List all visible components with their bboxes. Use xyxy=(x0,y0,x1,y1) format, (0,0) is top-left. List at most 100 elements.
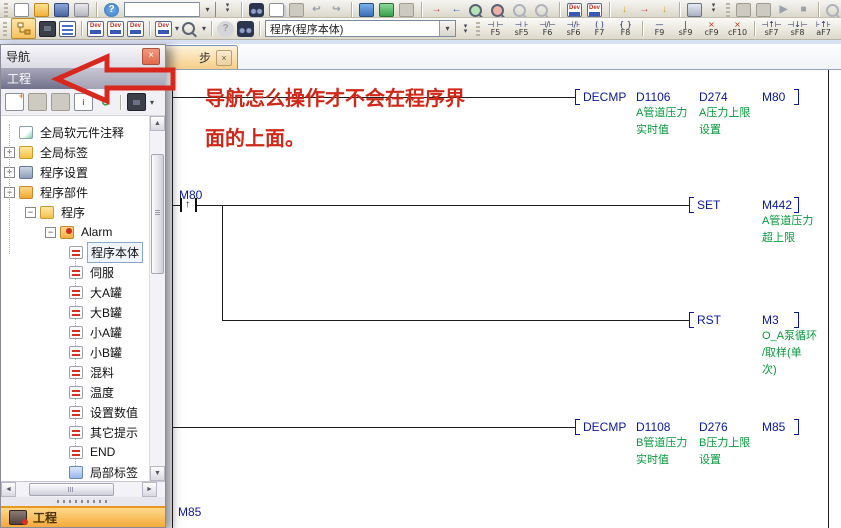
rung3-line xyxy=(172,427,576,428)
device-comment: /取样(单 xyxy=(762,344,802,360)
nav-category-project[interactable]: 工程 xyxy=(1,506,165,527)
ladder-close-branch-button[interactable]: ⊣∕⊦sF6 xyxy=(562,19,585,39)
ladder-close-contact-button[interactable]: ⊣∕⊢F6 xyxy=(536,19,559,39)
new-data-icon[interactable]: + xyxy=(5,93,24,111)
toolbar-grip-2[interactable] xyxy=(726,3,730,17)
chevron-down-icon[interactable]: ▾ xyxy=(175,24,179,33)
module-configuration-icon[interactable] xyxy=(39,21,56,37)
device-search-icon[interactable] xyxy=(182,22,195,35)
ladder-open-contact-button[interactable]: ⊣ ⊢F5 xyxy=(484,19,507,39)
find-zoom-green-icon[interactable] xyxy=(469,4,482,17)
ladder-coil-button[interactable]: ( )F7 xyxy=(588,19,611,39)
ladder-pulse-down-button[interactable]: ⊣↓⊢sF8 xyxy=(786,19,809,39)
toolbar-overflow-chevron-2[interactable]: ▾▾ xyxy=(707,0,720,17)
toolbar-grip[interactable] xyxy=(4,3,8,17)
chevron-down-icon[interactable]: ▾ xyxy=(439,21,455,36)
scrollbar-thumb[interactable] xyxy=(151,154,164,274)
scroll-left-icon[interactable]: ◄ xyxy=(1,482,16,497)
jump-back-icon[interactable]: ← xyxy=(449,3,464,17)
splitter-grip xyxy=(57,500,109,503)
ladder-editor[interactable]: DECMP D1106 D274 M80 A管道压力 实时值 A压力上限 设置 … xyxy=(165,44,841,528)
device-display-icon[interactable]: Dev xyxy=(155,21,172,37)
tree-item-alarm[interactable]: −Alarm xyxy=(1,222,149,242)
program-icon xyxy=(69,406,83,419)
plc-read-icon[interactable] xyxy=(379,3,394,17)
tree-horizontal-scrollbar[interactable]: ◄ ► xyxy=(1,482,165,497)
rung3-left-bracket xyxy=(575,419,580,435)
monitor-pc-icon[interactable] xyxy=(687,3,702,17)
collapse-icon[interactable]: − xyxy=(45,227,56,238)
plc-write-icon[interactable] xyxy=(359,3,374,17)
open-folder-icon[interactable] xyxy=(34,3,49,17)
new-file-icon[interactable] xyxy=(14,3,29,17)
program-icon xyxy=(69,386,83,399)
device-find-icon[interactable]: Dev xyxy=(87,21,104,37)
device-monitor-icon-2[interactable]: Dev xyxy=(587,3,602,17)
run-icon: ▶ xyxy=(776,3,791,17)
tree-item-global-device-comment[interactable]: 全局软元件注释 xyxy=(1,122,149,142)
download-icon[interactable]: ↓ xyxy=(617,3,632,17)
quick-find-combo[interactable]: ▾ xyxy=(124,2,216,17)
scroll-down-icon[interactable]: ▼ xyxy=(150,466,165,481)
navigation-toggle-button[interactable] xyxy=(11,18,36,39)
program-select-combo[interactable]: 程序(程序本体) ▾ xyxy=(265,20,456,37)
collapse-icon[interactable]: − xyxy=(25,207,36,218)
tab-close-icon[interactable]: × xyxy=(216,50,232,66)
program-icon xyxy=(69,446,83,459)
help-icon[interactable]: ? xyxy=(104,3,119,17)
toolbar-grip-4[interactable] xyxy=(476,22,480,36)
rst-operand: M3 xyxy=(762,313,779,327)
ladder-hline-button[interactable]: —F9 xyxy=(648,19,671,39)
scroll-up-icon[interactable]: ▲ xyxy=(150,116,165,131)
tree-item-global-label[interactable]: +全局标签 xyxy=(1,142,149,162)
watch-list-icon[interactable] xyxy=(59,21,76,37)
chevron-down-icon[interactable]: ▾ xyxy=(202,24,206,33)
find-binoculars-icon[interactable] xyxy=(249,3,264,17)
program-folder-icon xyxy=(40,206,54,219)
scrollbar-thumb[interactable] xyxy=(29,483,114,496)
find-zoom-red-icon[interactable] xyxy=(491,4,504,17)
program-icon xyxy=(69,286,83,299)
tree-item-program[interactable]: −程序 xyxy=(1,202,149,222)
tree-item-pou[interactable]: −程序部件 xyxy=(1,182,149,202)
device-comment: 设置 xyxy=(699,451,721,467)
rung3-instruction: DECMP xyxy=(583,420,626,434)
toolbar-overflow-chevron-3[interactable]: ▾▾ xyxy=(459,20,472,38)
separator xyxy=(211,21,212,36)
ladder-vline-button[interactable]: |sF9 xyxy=(674,19,697,39)
device-batch-icon[interactable]: Dev xyxy=(107,21,124,37)
tree-item-program-setting[interactable]: +程序设置 xyxy=(1,162,149,182)
toolbar-grip-3[interactable] xyxy=(3,22,7,36)
tree-vertical-scrollbar[interactable]: ▲ ▼ xyxy=(149,116,165,481)
device-comment: 设置 xyxy=(699,121,721,137)
ladder-delete-hline-button[interactable]: ×cF9 xyxy=(700,19,723,39)
project-tree[interactable]: 全局软元件注释 +全局标签 +程序设置 −程序部件 −程序 −Alarm 程序本… xyxy=(1,116,165,482)
ladder-open-branch-button[interactable]: ⊣ ⊦sF5 xyxy=(510,19,533,39)
setting-icon xyxy=(19,166,33,179)
save-icon[interactable] xyxy=(54,3,69,17)
toolbar-overflow-chevron[interactable]: ▾▾ xyxy=(221,0,234,17)
program-icon xyxy=(69,346,83,359)
device-grid-icon[interactable]: Dev xyxy=(127,21,144,37)
combo-value: 程序(程序本体) xyxy=(270,21,343,37)
annotation-text-line1: 导航怎么操作才不会在程序界 xyxy=(205,82,465,111)
redo-icon: ↪ xyxy=(329,3,344,17)
ladder-pulse-up-branch-button[interactable]: ⊦↑⊦aF7 xyxy=(812,19,835,39)
rung2-line-seg1 xyxy=(172,205,180,206)
label-icon xyxy=(19,146,33,159)
device-monitor-icon-1[interactable]: Dev xyxy=(567,3,582,17)
ladder-delete-vline-button[interactable]: ×cF10 xyxy=(726,19,749,39)
jump-forward-icon[interactable]: → xyxy=(429,3,444,17)
transfer-red-icon[interactable]: → xyxy=(637,3,652,17)
copy-icon[interactable] xyxy=(269,3,284,17)
chevron-down-icon[interactable]: ▾ xyxy=(199,2,215,17)
document-tab-strip xyxy=(165,44,841,70)
tree-item-local-label[interactable]: 局部标签 xyxy=(1,462,149,482)
ladder-instruction-button[interactable]: { }F8 xyxy=(614,19,637,39)
print-icon[interactable] xyxy=(74,3,89,17)
scroll-right-icon[interactable]: ► xyxy=(142,482,157,497)
cross-reference-icon[interactable] xyxy=(237,21,254,37)
upload-icon[interactable]: ↓ xyxy=(657,3,672,17)
panel-splitter[interactable] xyxy=(1,497,165,506)
ladder-pulse-up-button[interactable]: ⊣↑⊢sF7 xyxy=(760,19,783,39)
